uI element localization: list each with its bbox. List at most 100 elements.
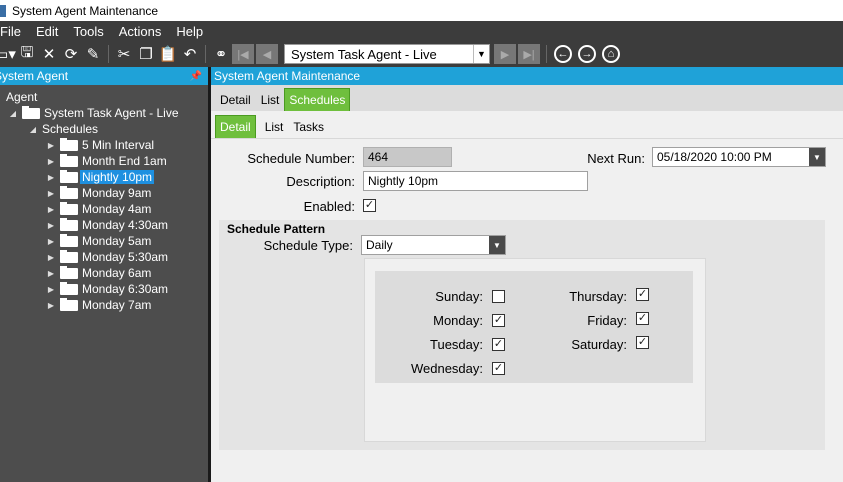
collapsed-arrow-icon[interactable]: ▶ [46,221,56,230]
schedule-number-field: 464 [363,147,452,167]
new-icon[interactable]: ▭▾ [0,43,16,65]
binoculars-icon[interactable]: ⚭ [210,43,232,65]
collapsed-arrow-icon[interactable]: ▶ [46,301,56,310]
menu-bar: File Edit Tools Actions Help [0,21,843,41]
tree-schedule-label: Monday 6:30am [82,282,169,296]
tree-schedule-item[interactable]: ▶ Monday 4:30am [46,217,168,233]
chevron-down-icon[interactable]: ▼ [489,236,505,254]
menu-edit[interactable]: Edit [31,24,63,39]
schedule-pattern-group: Schedule Pattern Schedule Type: Daily ▼ … [219,220,825,450]
main-panel: System Agent Maintenance Detail List Sch… [211,67,843,482]
forward-icon[interactable]: → [578,45,596,63]
refresh-icon[interactable]: ⟳ [60,43,82,65]
wednesday-label: Wednesday: [410,361,483,376]
tree-schedule-item[interactable]: ▶ Month End 1am [46,153,167,169]
subtab-tasks[interactable]: Tasks [288,116,329,138]
thursday-checkbox[interactable]: ✓ [636,288,649,301]
folder-icon [60,137,78,151]
save-icon[interactable]: 🖫 [16,43,38,65]
friday-label: Friday: [587,313,627,328]
back-icon[interactable]: ← [554,45,572,63]
collapsed-arrow-icon[interactable]: ▶ [46,157,56,166]
tree-schedule-label: 5 Min Interval [82,138,155,152]
collapsed-arrow-icon[interactable]: ▶ [46,189,56,198]
tree-schedule-item[interactable]: ▶ Monday 4am [46,201,151,217]
sidebar: System Agent 📌 Agent ◢ System Task Agent… [0,67,208,482]
tree-agent-label: System Task Agent - Live [44,106,179,120]
tree-schedule-item[interactable]: ▶ Monday 5:30am [46,249,168,265]
folder-icon [60,297,78,311]
paste-icon[interactable]: 📋 [157,43,179,65]
tab-detail[interactable]: Detail [215,89,256,111]
chevron-down-icon[interactable]: ▼ [809,148,825,166]
chevron-down-icon[interactable]: ▼ [473,45,489,63]
tree-schedule-item[interactable]: ▶ Monday 7am [46,297,151,313]
folder-icon [60,265,78,279]
tree-schedule-item[interactable]: ▶ Monday 6:30am [46,281,168,297]
next-record-icon[interactable]: ▶ [494,44,516,64]
app-icon [0,4,6,17]
collapsed-arrow-icon[interactable]: ▶ [46,285,56,294]
menu-help[interactable]: Help [171,24,208,39]
folder-icon [60,249,78,263]
undo-icon[interactable]: ↶ [179,43,201,65]
menu-actions[interactable]: Actions [114,24,167,39]
tree-agent[interactable]: ◢ System Task Agent - Live [8,105,179,121]
tree-schedule-label: Month End 1am [82,154,167,168]
menu-tools[interactable]: Tools [68,24,108,39]
collapsed-arrow-icon[interactable]: ▶ [46,253,56,262]
first-record-icon[interactable]: |◀ [232,44,254,64]
tree-root[interactable]: Agent [6,89,37,105]
collapsed-arrow-icon[interactable]: ▶ [46,269,56,278]
delete-icon[interactable]: ✕ [38,43,60,65]
toolbar: ▭▾ 🖫 ✕ ⟳ ✎ ✂ ❐ 📋 ↶ ⚭ |◀ ◀ System Task Ag… [0,41,843,67]
enabled-label: Enabled: [303,199,355,214]
menu-file[interactable]: File [0,24,26,39]
pin-icon[interactable]: 📌 [190,71,202,82]
sunday-checkbox[interactable] [492,290,505,303]
subtab-list[interactable]: List [260,116,289,138]
home-icon[interactable]: ⌂ [602,45,620,63]
tree-schedule-label: Monday 6am [82,266,152,280]
tab-list[interactable]: List [256,89,285,111]
description-field[interactable]: Nightly 10pm [363,171,588,191]
monday-checkbox[interactable]: ✓ [492,314,505,327]
agent-select[interactable]: System Task Agent - Live ▼ [284,44,490,64]
toolbar-divider [205,45,206,63]
tree-schedule-label: Monday 5:30am [82,250,169,264]
schedule-type-label: Schedule Type: [263,238,353,253]
sub-tabs: Detail List Tasks [211,111,843,139]
tree-schedule-label: Nightly 10pm [80,170,155,184]
saturday-checkbox[interactable]: ✓ [636,336,649,349]
collapsed-arrow-icon[interactable]: ▶ [46,205,56,214]
tree-schedules[interactable]: ◢ Schedules [28,121,98,137]
next-run-field[interactable]: 05/18/2020 10:00 PM ▼ [652,147,826,167]
schedule-number-label: Schedule Number: [247,151,355,166]
subtab-detail[interactable]: Detail [215,115,256,138]
expanded-arrow-icon[interactable]: ◢ [8,109,18,118]
collapsed-arrow-icon[interactable]: ▶ [46,173,56,182]
tree-schedule-item[interactable]: ▶ Monday 6am [46,265,151,281]
collapsed-arrow-icon[interactable]: ▶ [46,141,56,150]
last-record-icon[interactable]: ▶| [518,44,540,64]
schedule-type-select[interactable]: Daily ▼ [361,235,506,255]
collapsed-arrow-icon[interactable]: ▶ [46,237,56,246]
days-panel: Sunday: Monday: ✓ Tuesday: ✓ Wednesday: … [364,258,706,442]
tree-schedule-item[interactable]: ▶ Nightly 10pm [46,169,155,185]
clear-icon[interactable]: ✎ [82,43,104,65]
days-group: Sunday: Monday: ✓ Tuesday: ✓ Wednesday: … [375,271,693,383]
next-run-value: 05/18/2020 10:00 PM [657,150,772,164]
toolbar-divider [108,45,109,63]
tab-schedules[interactable]: Schedules [284,88,351,111]
friday-checkbox[interactable]: ✓ [636,312,649,325]
tree-schedule-item[interactable]: ▶ Monday 5am [46,233,151,249]
wednesday-checkbox[interactable]: ✓ [492,362,505,375]
tree-schedule-item[interactable]: ▶ 5 Min Interval [46,137,154,153]
tree-schedule-item[interactable]: ▶ Monday 9am [46,185,151,201]
expanded-arrow-icon[interactable]: ◢ [28,125,38,134]
cut-icon[interactable]: ✂ [113,43,135,65]
tuesday-checkbox[interactable]: ✓ [492,338,505,351]
previous-record-icon[interactable]: ◀ [256,44,278,64]
enabled-checkbox[interactable]: ✓ [363,199,376,212]
copy-icon[interactable]: ❐ [135,43,157,65]
